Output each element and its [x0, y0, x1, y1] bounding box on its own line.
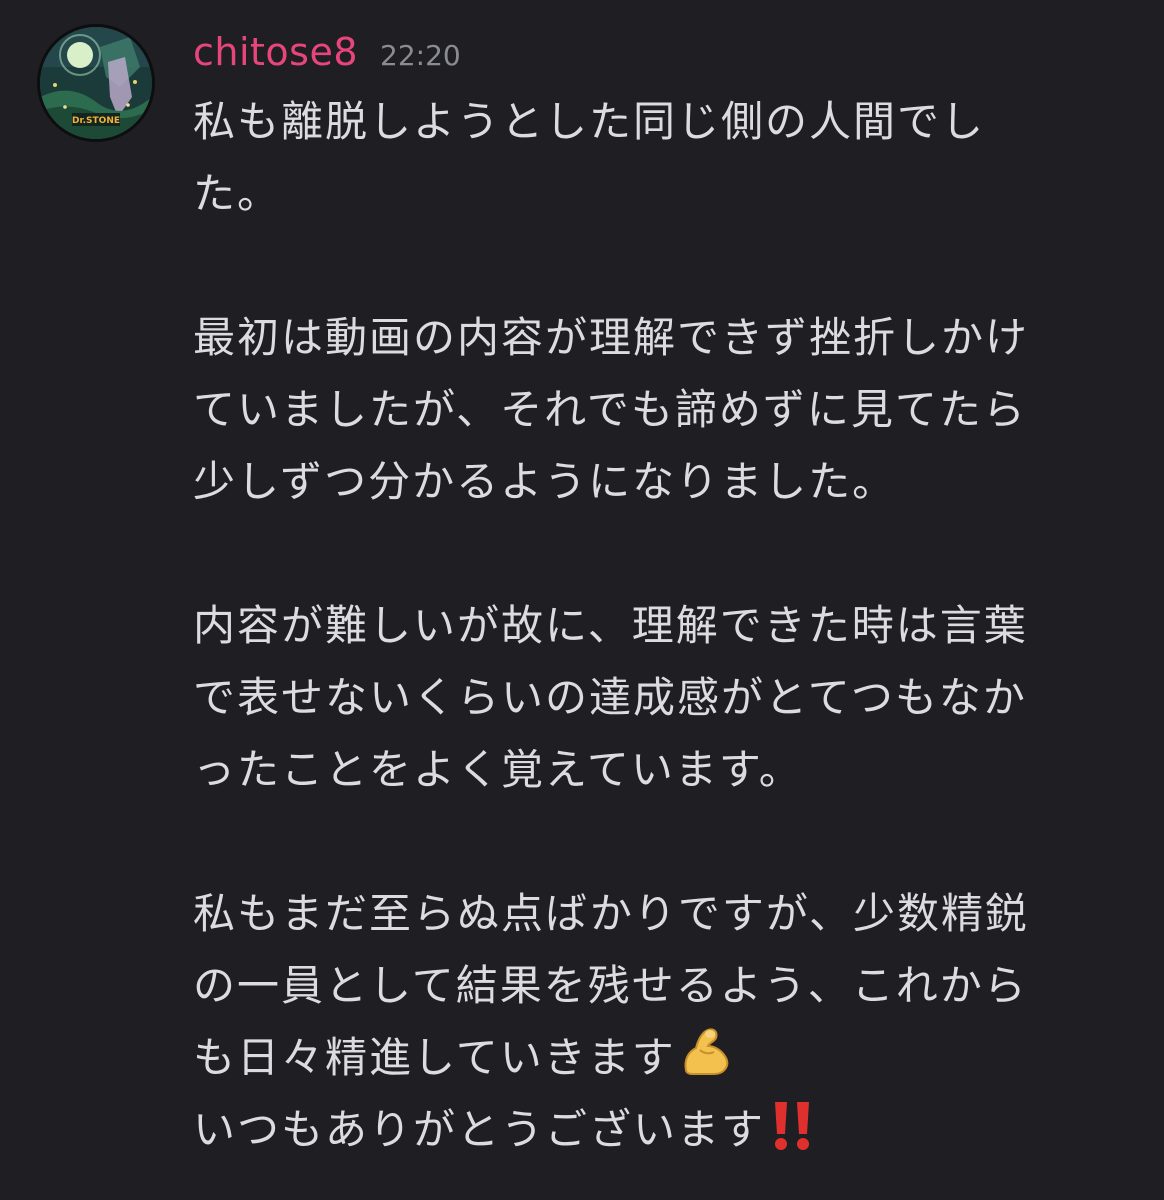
double-exclamation-icon	[767, 1098, 819, 1154]
message-content: 私も離脱しようとした同じ側の人間でし た。 最初は動画の内容が理解できず挫折しか…	[193, 86, 1123, 1166]
svg-text:Dr.STONE: Dr.STONE	[72, 116, 120, 126]
anime-moon-avatar-icon: Dr.STONE	[40, 27, 152, 139]
text-line: ていましたが、それでも諦めずに見てたら	[193, 385, 1027, 434]
text-line: いつもありがとうございます	[193, 1105, 766, 1154]
paragraph: 私もまだ至らぬ点ばかりですが、少数精鋭 の一員として結果を残せるよう、これから …	[193, 878, 1123, 1094]
text-line: た。	[193, 169, 282, 218]
text-line: 最初は動画の内容が理解できず挫折しかけ	[193, 313, 1030, 362]
message-header: chitose8 22:20	[193, 30, 461, 82]
text-line: も日々精進していきます	[193, 1033, 676, 1082]
text-line: 私も離脱しようとした同じ側の人間でし	[193, 97, 986, 146]
paragraph: 私も離脱しようとした同じ側の人間でし た。	[193, 86, 1123, 230]
chat-message: Dr.STONE chitose8 22:20 私も離脱しようとした同じ側の人間…	[0, 0, 1164, 1200]
text-line: 内容が難しいが故に、理解できた時は言葉	[193, 601, 1028, 650]
text-line: 少しずつ分かるようになりました。	[193, 457, 897, 506]
user-avatar[interactable]: Dr.STONE	[37, 24, 155, 142]
text-line: 私もまだ至らぬ点ばかりですが、少数精鋭	[193, 889, 1030, 938]
text-line: で表せないくらいの達成感がとてつもなか	[193, 673, 1027, 722]
final-line: いつもありがとうございます	[193, 1094, 1123, 1166]
paragraph: 最初は動画の内容が理解できず挫折しかけ ていましたが、それでも諦めずに見てたら …	[193, 302, 1123, 518]
flexed-biceps-icon	[678, 1024, 734, 1080]
text-line: の一員として結果を残せるよう、これから	[193, 961, 1028, 1010]
text-line: ったことをよく覚えています。	[193, 745, 803, 794]
username[interactable]: chitose8	[193, 30, 358, 74]
timestamp: 22:20	[380, 39, 461, 72]
paragraph: 内容が難しいが故に、理解できた時は言葉 で表せないくらいの達成感がとてつもなか …	[193, 590, 1123, 806]
